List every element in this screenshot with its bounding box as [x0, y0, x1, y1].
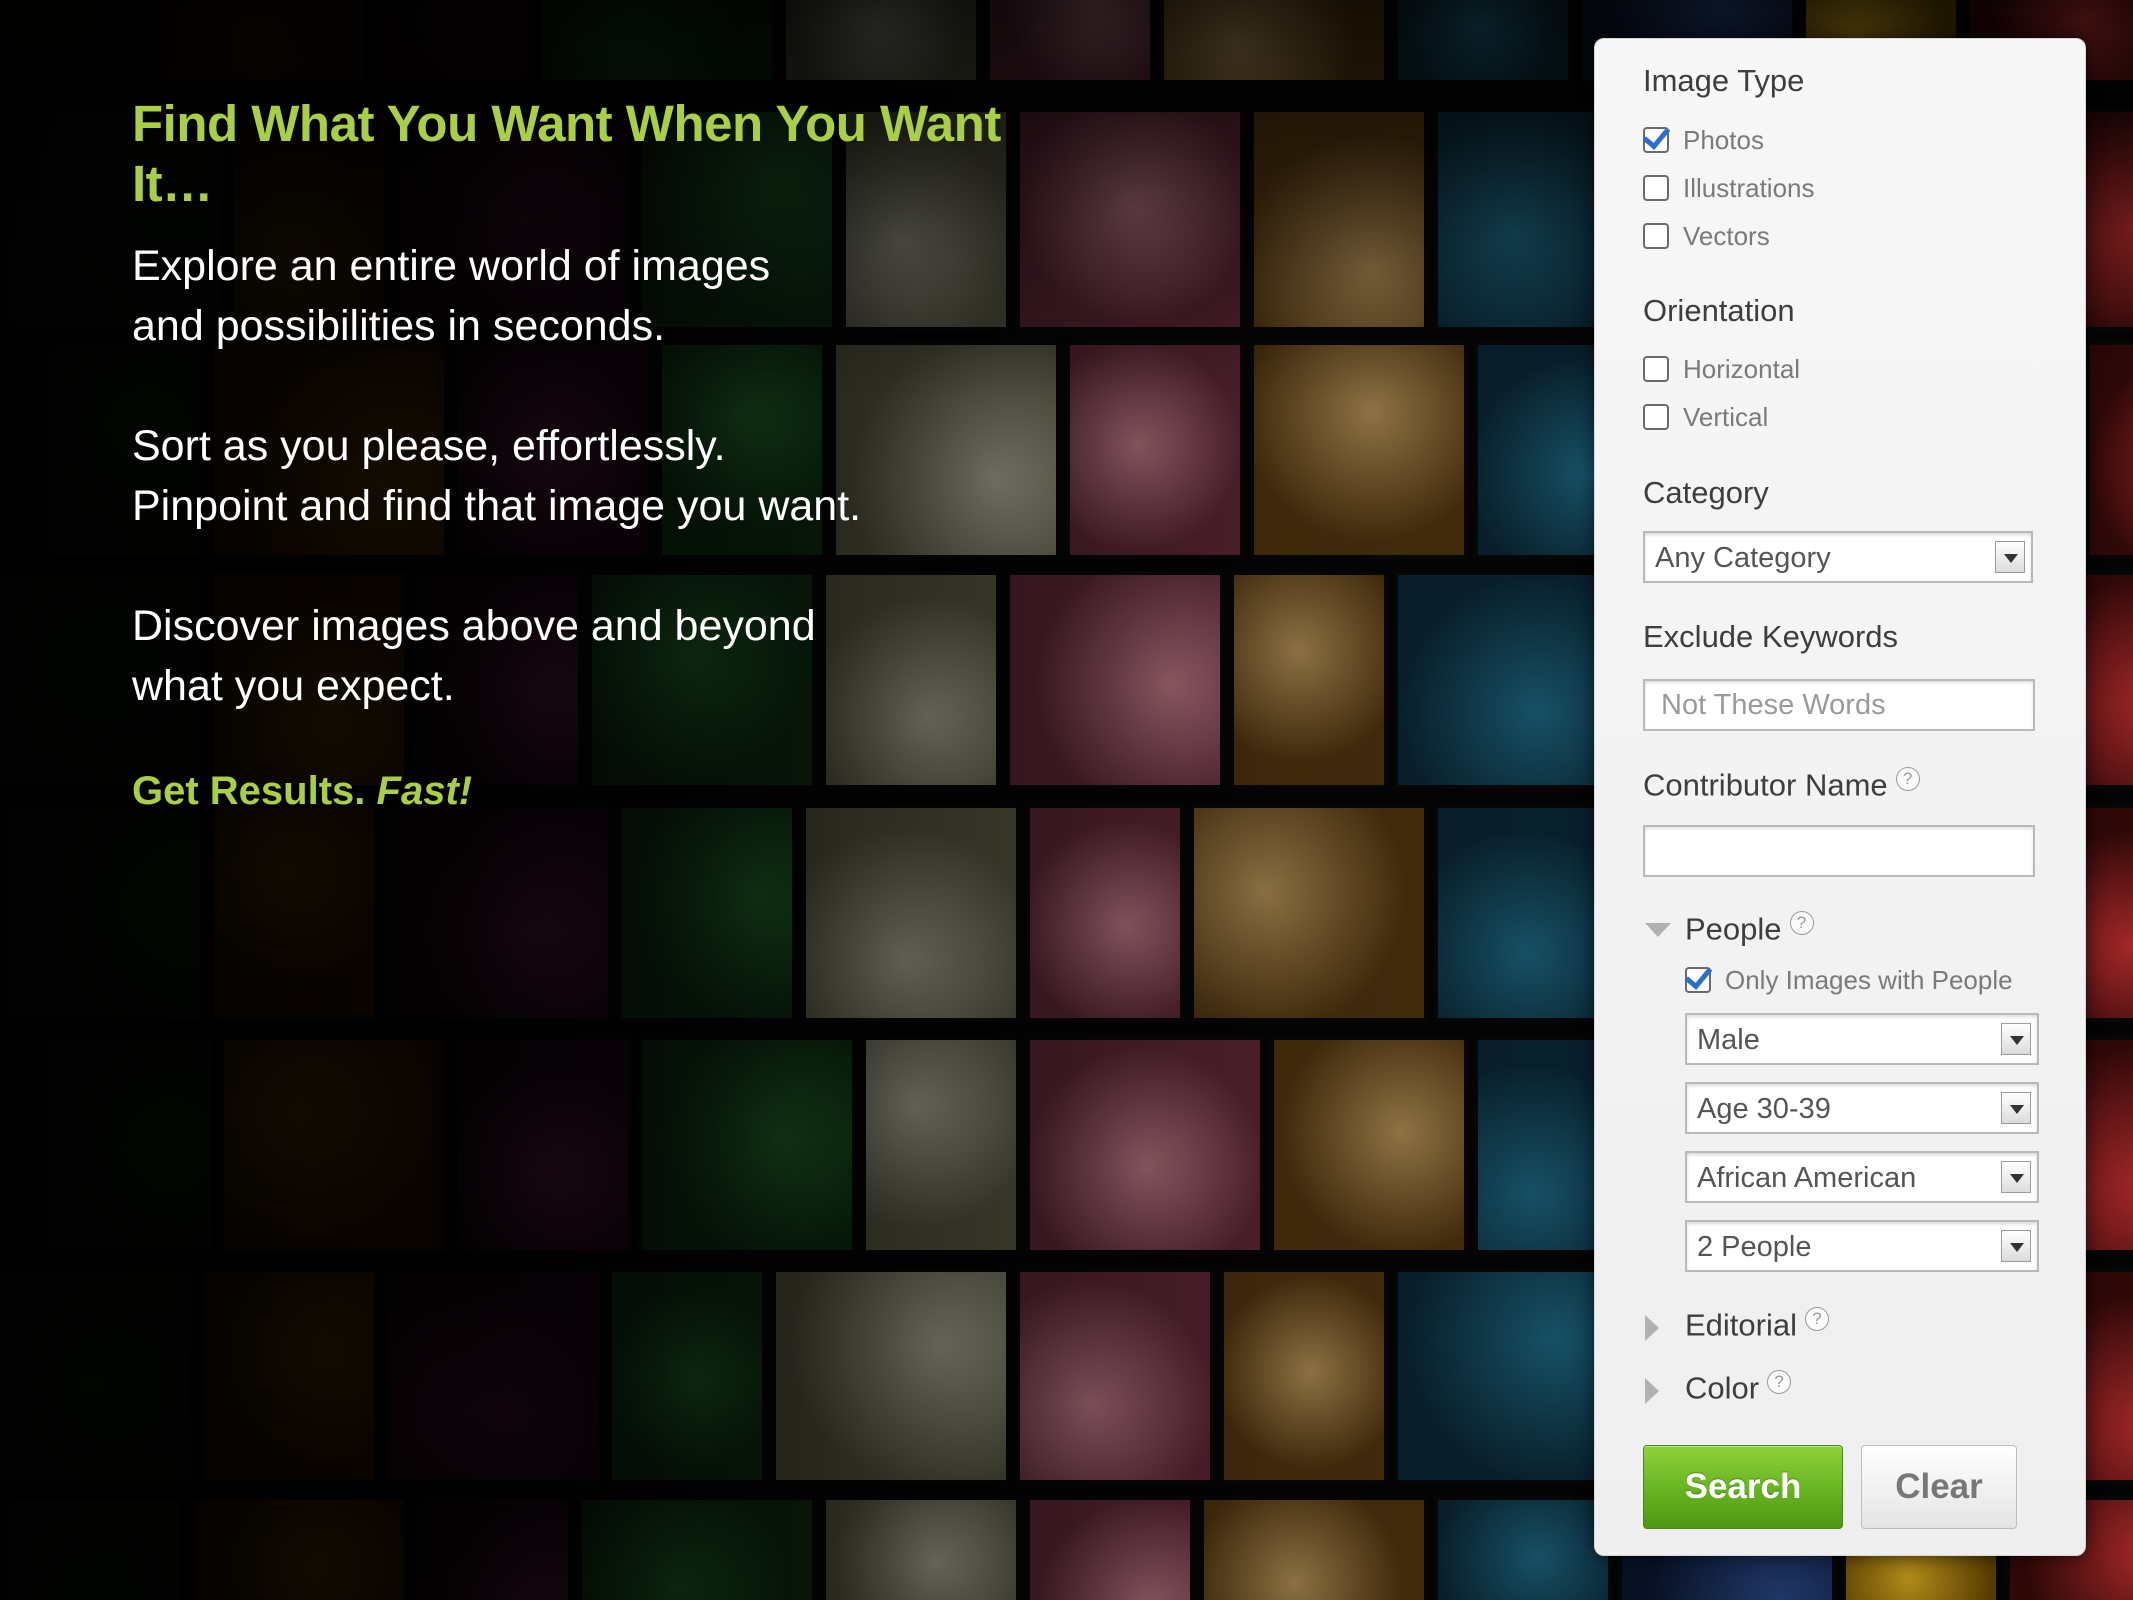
checkbox-vertical[interactable]: Vertical	[1643, 401, 1768, 433]
contributor-name-label: Contributor Name	[1643, 767, 1888, 803]
horizontal-checkbox[interactable]	[1643, 356, 1669, 382]
hero-line: and possibilities in seconds.	[132, 302, 666, 350]
clear-button[interactable]: Clear	[1861, 1445, 2017, 1529]
people-label: People	[1685, 911, 1782, 947]
people-heading[interactable]: People?	[1685, 911, 1814, 947]
orientation-heading: Orientation	[1643, 293, 1795, 328]
hero-paragraph-sort: Sort as you please, effortlessly. Pinpoi…	[132, 416, 1032, 536]
tagline-emphasis: Fast!	[376, 769, 473, 813]
image-type-heading: Image Type	[1643, 63, 1805, 98]
chevron-down-icon[interactable]	[2001, 1092, 2031, 1124]
chevron-down-icon[interactable]	[2001, 1161, 2031, 1193]
people-count-select[interactable]: 2 People	[1685, 1220, 2039, 1272]
gender-selected-value: Male	[1697, 1024, 1760, 1056]
horizontal-label: Horizontal	[1683, 353, 1801, 384]
category-select[interactable]: Any Category	[1643, 531, 2033, 583]
age-select[interactable]: Age 30-39	[1685, 1082, 2039, 1134]
editorial-label: Editorial	[1685, 1307, 1797, 1343]
help-icon[interactable]: ?	[1767, 1370, 1792, 1394]
hero-paragraph-discover: Discover images above and beyond what yo…	[132, 596, 1032, 716]
vectors-checkbox[interactable]	[1643, 223, 1669, 249]
only-people-checkbox[interactable]	[1685, 967, 1711, 993]
hero-line: Discover images above and beyond	[132, 602, 816, 650]
help-icon[interactable]: ?	[1895, 767, 1920, 791]
people-count-selected-value: 2 People	[1697, 1231, 1812, 1263]
checkbox-illustrations[interactable]: Illustrations	[1643, 172, 1815, 204]
illustrations-checkbox[interactable]	[1643, 175, 1669, 201]
editorial-heading[interactable]: Editorial?	[1685, 1307, 1829, 1343]
age-selected-value: Age 30-39	[1697, 1093, 1831, 1125]
vertical-checkbox[interactable]	[1643, 404, 1669, 430]
hero-line: what you expect.	[132, 662, 455, 710]
checkbox-photos[interactable]: Photos	[1643, 124, 1764, 156]
color-heading[interactable]: Color?	[1685, 1370, 1792, 1406]
search-button[interactable]: Search	[1643, 1445, 1843, 1529]
chevron-down-icon[interactable]	[2001, 1023, 2031, 1055]
color-expand-triangle-icon[interactable]	[1645, 1378, 1659, 1404]
checkbox-vectors[interactable]: Vectors	[1643, 220, 1770, 252]
chevron-down-icon[interactable]	[2001, 1230, 2031, 1262]
illustrations-label: Illustrations	[1683, 172, 1815, 203]
category-selected-value: Any Category	[1655, 542, 1831, 574]
hero-line: Explore an entire world of images	[132, 242, 771, 290]
hero-paragraph-explore: Explore an entire world of images and po…	[132, 236, 1032, 356]
vectors-label: Vectors	[1683, 220, 1770, 251]
hero-line: Pinpoint and find that image you want.	[132, 482, 862, 530]
help-icon[interactable]: ?	[1789, 911, 1814, 935]
hero-line: Sort as you please, effortlessly.	[132, 422, 726, 470]
hero-copy: Find What You Want When You Want It… Exp…	[132, 94, 1032, 856]
category-heading: Category	[1643, 475, 1769, 510]
help-icon[interactable]: ?	[1805, 1307, 1829, 1331]
contributor-name-heading: Contributor Name?	[1643, 767, 1920, 803]
ethnicity-selected-value: African American	[1697, 1162, 1917, 1194]
ethnicity-select[interactable]: African American	[1685, 1151, 2039, 1203]
hero-headline: Find What You Want When You Want It…	[132, 95, 1001, 212]
exclude-keywords-input[interactable]	[1643, 679, 2035, 731]
editorial-expand-triangle-icon[interactable]	[1645, 1315, 1659, 1341]
exclude-keywords-heading: Exclude Keywords	[1643, 619, 1899, 654]
hero-tagline: Get Results. Fast!	[132, 766, 1032, 816]
photos-checkbox[interactable]	[1643, 127, 1669, 153]
people-collapse-triangle-icon[interactable]	[1645, 923, 1671, 937]
checkbox-horizontal[interactable]: Horizontal	[1643, 353, 1800, 385]
gender-select[interactable]: Male	[1685, 1013, 2039, 1065]
vertical-label: Vertical	[1683, 401, 1769, 432]
color-label: Color	[1685, 1370, 1760, 1406]
photos-label: Photos	[1683, 124, 1764, 155]
search-filter-panel: Image Type Photos Illustrations Vectors …	[1594, 38, 2086, 1556]
chevron-down-icon[interactable]	[1995, 541, 2025, 573]
checkbox-only-people[interactable]: Only Images with People	[1685, 964, 2013, 996]
only-people-label: Only Images with People	[1725, 964, 2013, 995]
contributor-name-input[interactable]	[1643, 825, 2035, 877]
tagline-start: Get Results.	[132, 769, 366, 813]
